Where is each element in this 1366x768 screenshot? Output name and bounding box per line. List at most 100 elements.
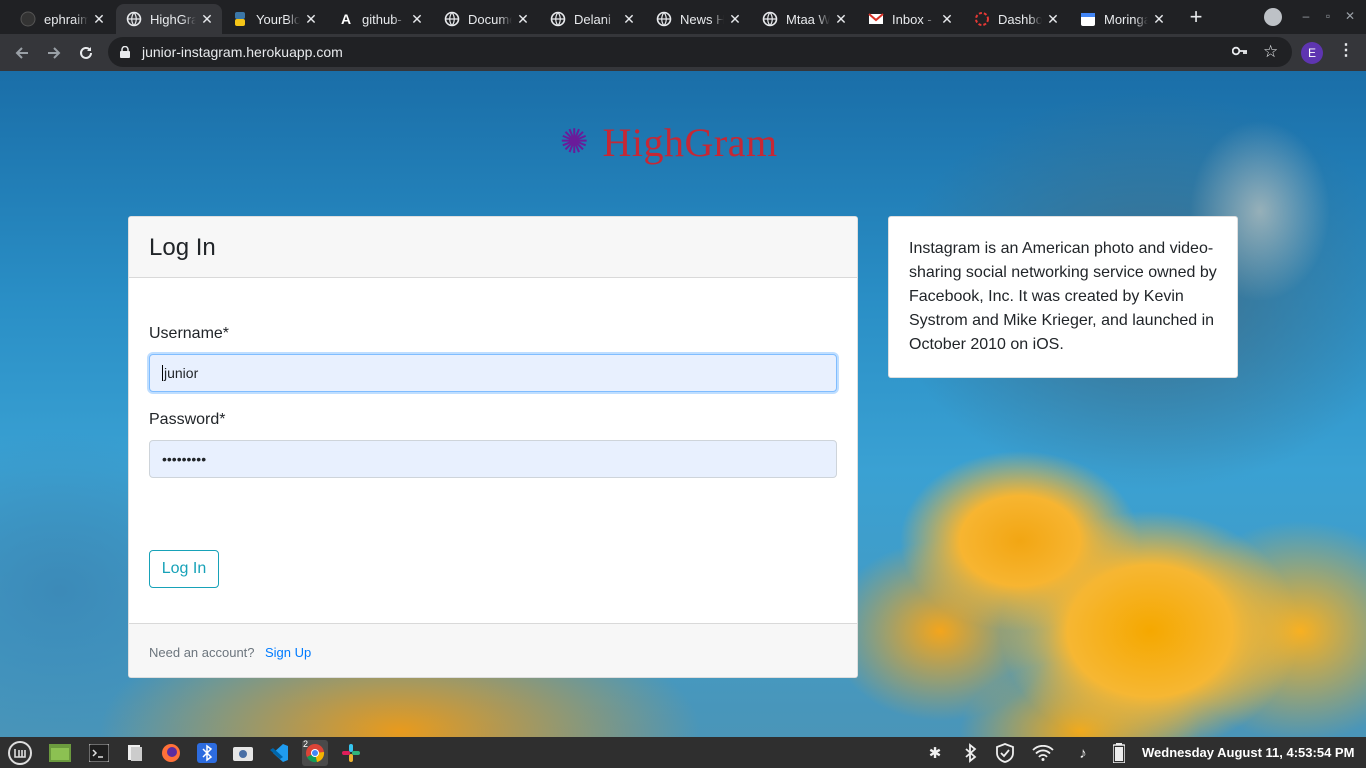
- sound-icon[interactable]: ♪: [1072, 742, 1094, 764]
- reload-icon: [80, 46, 92, 59]
- back-button[interactable]: [8, 39, 36, 67]
- close-icon[interactable]: ✕: [304, 12, 318, 26]
- tab-title: News Highlights: [680, 11, 724, 27]
- calendar-icon: [1080, 11, 1096, 27]
- key-icon[interactable]: [1232, 45, 1248, 57]
- minimize-icon[interactable]: –: [1298, 8, 1314, 24]
- new-tab-button[interactable]: +: [1184, 6, 1208, 30]
- mint-menu-icon[interactable]: [7, 740, 33, 766]
- tab-title: ephraim: [44, 11, 88, 27]
- bluetooth-app-icon[interactable]: [194, 740, 220, 766]
- slack-tray-icon[interactable]: ✱: [924, 742, 946, 764]
- tab-dashboard[interactable]: Dashboard ✕: [964, 4, 1068, 34]
- battery-icon[interactable]: [1108, 742, 1130, 764]
- os-taskbar: 2 ✱ ♪ Wednesday August 11, 4:53:54 PM: [0, 737, 1366, 768]
- login-card-footer: Need an account? Sign Up: [129, 623, 857, 677]
- login-card-header: Log In: [129, 217, 857, 278]
- terminal-icon[interactable]: [86, 740, 112, 766]
- github-icon: [20, 11, 36, 27]
- firefox-icon[interactable]: [158, 740, 184, 766]
- close-icon[interactable]: ✕: [200, 12, 214, 26]
- tab-strip: ephraim ✕ HighGram ✕ YourBlog ✕ A github…: [0, 0, 1366, 34]
- logo-star-icon: ✺: [560, 123, 589, 161]
- close-icon[interactable]: ✕: [834, 12, 848, 26]
- wifi-icon[interactable]: [1032, 742, 1054, 764]
- bookmark-star-icon[interactable]: ☆: [1263, 42, 1278, 62]
- globe-icon: [444, 11, 460, 27]
- tab-mtaa[interactable]: Mtaa Watch ✕: [752, 4, 856, 34]
- tab-title: HighGram: [150, 11, 196, 27]
- info-card: Instagram is an American photo and video…: [888, 216, 1238, 378]
- dashboard-icon: [974, 11, 990, 27]
- password-label: Password*: [149, 411, 226, 428]
- signup-link[interactable]: Sign Up: [265, 645, 311, 660]
- close-icon[interactable]: ✕: [92, 12, 106, 26]
- gmail-icon: [868, 11, 884, 27]
- shield-icon[interactable]: [994, 742, 1016, 764]
- tab-highgram[interactable]: HighGram ✕: [116, 4, 222, 34]
- close-icon[interactable]: ✕: [622, 12, 636, 26]
- a-letter-icon: A: [340, 11, 352, 27]
- browser-menu-icon[interactable]: ⋮: [1338, 42, 1354, 60]
- tab-title: Delani: [574, 11, 611, 27]
- login-card: Log In Username* junior Password* ••••••…: [128, 216, 858, 678]
- tab-documentation[interactable]: Documentation ✕: [434, 4, 538, 34]
- login-title: Log In: [149, 234, 216, 261]
- browser-toolbar: junior-instagram.herokuapp.com ☆ E ⋮: [0, 34, 1366, 71]
- info-text: Instagram is an American photo and video…: [909, 240, 1217, 353]
- address-bar[interactable]: junior-instagram.herokuapp.com ☆: [108, 37, 1292, 67]
- bluetooth-icon[interactable]: [960, 742, 982, 764]
- password-value: •••••••••: [162, 451, 207, 467]
- close-icon[interactable]: ✕: [410, 12, 424, 26]
- files-icon[interactable]: [122, 740, 148, 766]
- username-input[interactable]: junior: [149, 354, 837, 392]
- chrome-icon[interactable]: 2: [302, 739, 328, 766]
- screenshot-icon[interactable]: [230, 740, 256, 766]
- username-value: junior: [164, 365, 199, 381]
- tab-title: Mtaa Watch: [786, 11, 830, 27]
- globe-icon: [126, 11, 142, 27]
- profile-avatar[interactable]: E: [1301, 42, 1323, 64]
- tab-title: github-: [362, 11, 402, 27]
- forward-arrow-icon: [48, 47, 61, 59]
- maximize-icon[interactable]: ▫: [1320, 8, 1336, 24]
- globe-icon: [656, 11, 672, 27]
- password-input[interactable]: •••••••••: [149, 440, 837, 478]
- close-icon[interactable]: ✕: [1046, 12, 1060, 26]
- username-label: Username*: [149, 325, 230, 342]
- tab-delani[interactable]: Delani ✕: [540, 4, 644, 34]
- close-icon[interactable]: ✕: [1152, 12, 1166, 26]
- text-caret: [162, 365, 163, 381]
- url-text: junior-instagram.herokuapp.com: [142, 44, 343, 60]
- tab-title: Dashboard: [998, 11, 1042, 27]
- tab-ephraim[interactable]: ephraim ✕: [10, 4, 114, 34]
- tab-search-icon[interactable]: [1264, 8, 1282, 26]
- lock-icon: [120, 46, 130, 58]
- forward-button[interactable]: [40, 39, 68, 67]
- close-icon[interactable]: ✕: [940, 12, 954, 26]
- close-icon[interactable]: ✕: [516, 12, 530, 26]
- tab-inbox[interactable]: Inbox - ✕: [858, 4, 962, 34]
- site-logo[interactable]: ✺ HighGram: [560, 117, 778, 167]
- tab-title: Moringa: [1104, 11, 1148, 27]
- file-manager-icon[interactable]: [47, 740, 73, 766]
- system-clock[interactable]: Wednesday August 11, 4:53:54 PM: [1142, 745, 1354, 760]
- tab-title: YourBlog: [256, 11, 300, 27]
- tab-moringa[interactable]: Moringa ✕: [1070, 4, 1174, 34]
- tab-yourblog[interactable]: YourBlog ✕: [222, 4, 326, 34]
- tab-title: Inbox -: [892, 11, 932, 27]
- globe-icon: [550, 11, 566, 27]
- need-account-text: Need an account?: [149, 645, 255, 660]
- vscode-icon[interactable]: [266, 740, 292, 766]
- window-close-icon[interactable]: ✕: [1342, 8, 1358, 24]
- login-button[interactable]: Log In: [149, 550, 219, 588]
- slack-icon[interactable]: [338, 740, 364, 766]
- back-arrow-icon: [15, 47, 28, 59]
- reload-button[interactable]: [72, 39, 100, 67]
- close-icon[interactable]: ✕: [728, 12, 742, 26]
- logo-text: HighGram: [602, 119, 778, 165]
- tab-news[interactable]: News Highlights ✕: [646, 4, 750, 34]
- tab-github[interactable]: A github- ✕: [328, 4, 432, 34]
- page-content: ✺ HighGram Log In Username* junior Passw…: [0, 71, 1366, 737]
- chrome-window-count: 2: [303, 739, 309, 749]
